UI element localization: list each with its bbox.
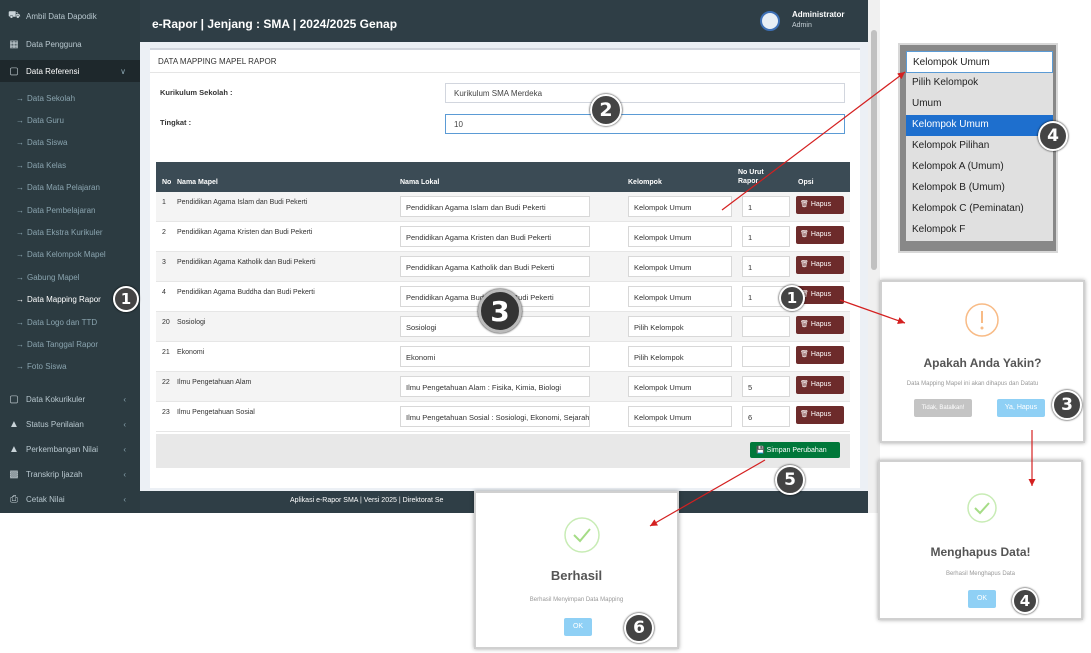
tutorial-screenshot: ⛟ Ambil Data Dapodik ▦ Data Pengguna ▢ D…	[0, 0, 1091, 653]
step-badge: 1	[113, 286, 139, 312]
step-badge: 4	[1012, 588, 1038, 614]
step-badge: 2	[590, 94, 622, 126]
step-badge: 3	[1052, 390, 1082, 420]
arrow-to-confirm	[839, 299, 906, 324]
step-badge: 5	[775, 465, 805, 495]
arrow-to-dropdown	[721, 71, 906, 211]
annotation-arrows	[649, 71, 1036, 527]
step-badge: 3	[478, 289, 522, 333]
step-badge: 4	[1038, 121, 1068, 151]
step-badge: 1	[779, 285, 805, 311]
step-badge: 6	[624, 613, 654, 643]
arrow-to-save-success	[649, 459, 766, 527]
